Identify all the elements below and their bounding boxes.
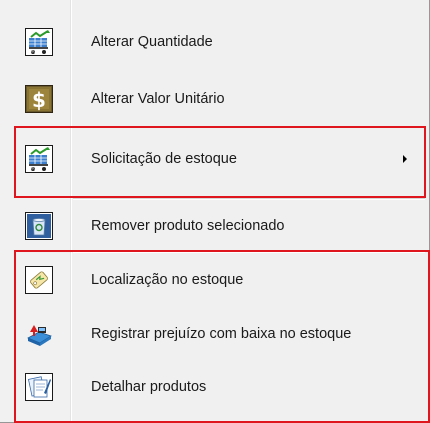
- menu-item-label: Alterar Quantidade: [91, 34, 213, 50]
- svg-text:$: $: [32, 88, 46, 112]
- recycle-bin-icon: [25, 212, 53, 240]
- cart-chart-icon: 00: [25, 28, 53, 56]
- menu-item-alterar-quantidade[interactable]: 00 Alterar Quantidade: [0, 22, 425, 62]
- svg-text:00: 00: [31, 50, 35, 54]
- menu-separator-highlight: [73, 199, 425, 200]
- menu-item-remover-produto-selecionado[interactable]: Remover produto selecionado: [0, 206, 425, 246]
- menu-item-label: Alterar Valor Unitário: [91, 91, 225, 107]
- menu-item-alterar-valor-unitario[interactable]: $ Alterar Valor Unitário: [0, 79, 425, 119]
- dollar-sign-icon: $: [25, 85, 53, 113]
- highlight-box-lower-items: [14, 250, 430, 423]
- menu-item-label: Remover produto selecionado: [91, 218, 285, 234]
- highlight-box-solicitacao: [14, 126, 426, 198]
